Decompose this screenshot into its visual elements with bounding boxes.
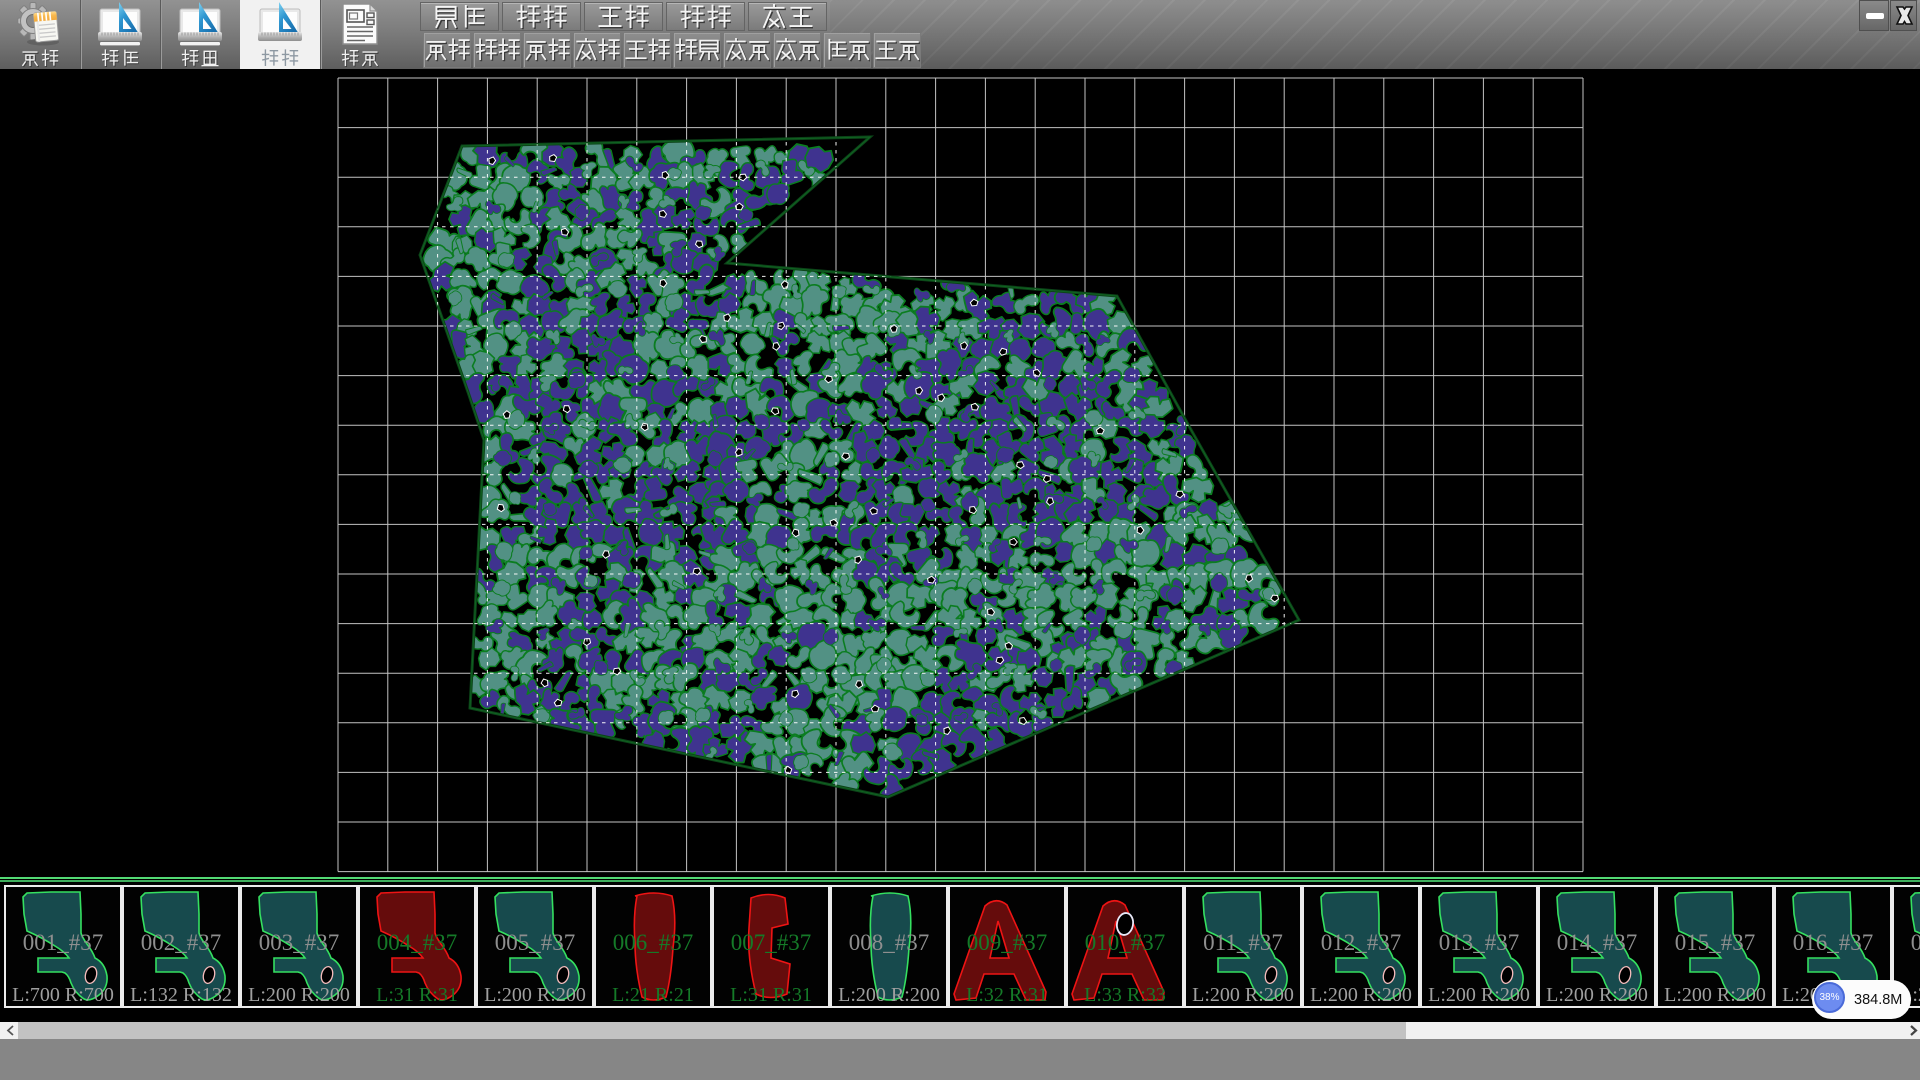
svg-text:009_#37: 009_#37 (967, 930, 1048, 955)
svg-text:L:21 R:21: L:21 R:21 (612, 984, 694, 1006)
svg-text:L:200 R:200: L:200 R:200 (1664, 984, 1766, 1006)
svg-text:L:31 R:31: L:31 R:31 (376, 984, 458, 1006)
svg-text:015_#37: 015_#37 (1675, 930, 1756, 955)
svg-text:L:31 R:31: L:31 R:31 (730, 984, 812, 1006)
svg-text:004_#37: 004_#37 (377, 930, 458, 955)
svg-text:L:33 R:33: L:33 R:33 (1084, 984, 1166, 1006)
svg-text:L:200 R:200: L:200 R:200 (1192, 984, 1294, 1006)
svg-text:L:200 R:200: L:200 R:200 (838, 984, 940, 1006)
svg-text:L:132 R:132: L:132 R:132 (130, 984, 232, 1006)
svg-text:010_#37: 010_#37 (1085, 930, 1166, 955)
svg-text:L:200 R:200: L:200 R:200 (484, 984, 586, 1006)
svg-text:001_#37: 001_#37 (23, 930, 104, 955)
svg-text:012_#37: 012_#37 (1321, 930, 1402, 955)
svg-text:017_#37: 017_#37 (1911, 930, 1920, 955)
svg-text:L:200 R:200: L:200 R:200 (1428, 984, 1530, 1006)
svg-text:013_#37: 013_#37 (1439, 930, 1520, 955)
svg-text:011_#37: 011_#37 (1203, 930, 1283, 955)
svg-text:L:200 R:200: L:200 R:200 (248, 984, 350, 1006)
svg-text:L:200 R:200: L:200 R:200 (1546, 984, 1648, 1006)
svg-text:014_#37: 014_#37 (1557, 930, 1638, 955)
svg-text:008_#37: 008_#37 (849, 930, 930, 955)
svg-text:005_#37: 005_#37 (495, 930, 576, 955)
svg-text:L:32 R:31: L:32 R:31 (966, 984, 1048, 1006)
svg-text:002_#37: 002_#37 (141, 930, 222, 955)
svg-text:L:200 R:200: L:200 R:200 (1310, 984, 1412, 1006)
svg-text:016_#37: 016_#37 (1793, 930, 1874, 955)
svg-text:007_#37: 007_#37 (731, 930, 812, 955)
svg-text:006_#37: 006_#37 (613, 930, 694, 955)
svg-text:L:700 R:700: L:700 R:700 (12, 984, 114, 1006)
svg-text:003_#37: 003_#37 (259, 930, 340, 955)
